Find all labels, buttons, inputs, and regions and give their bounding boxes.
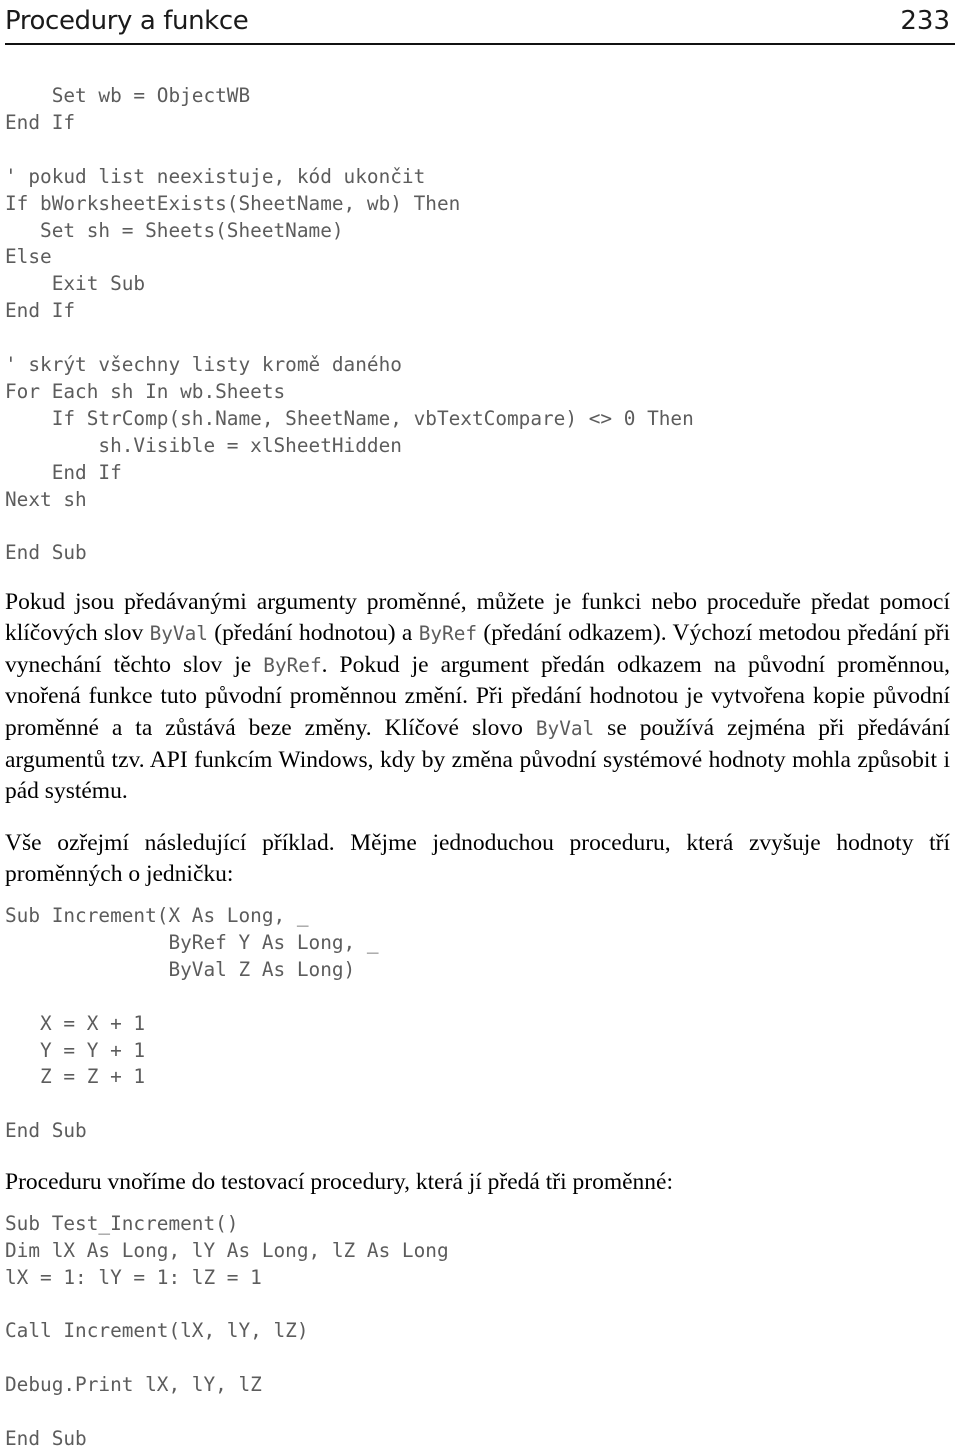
code-line: End Sub [5,1427,87,1451]
code-line: Next sh [5,487,87,511]
document-page: Procedury a funkce 233 Set wb = ObjectWB… [0,0,960,1450]
code-line: lX = 1: lY = 1: lZ = 1 [5,1265,262,1289]
code-line: ' pokud list neexistuje, kód ukončit [5,164,426,188]
code-block-hide-sheets: Set wb = ObjectWB End If ' pokud list ne… [5,83,950,567]
page-number: 233 [900,6,950,36]
code-line: End If [5,110,76,134]
inline-code-byref: ByRef [263,653,322,677]
code-line: Else [5,245,52,269]
code-line: For Each sh In wb.Sheets [5,379,286,403]
code-line: Debug.Print lX, lY, lZ [5,1373,262,1397]
code-line: End If [5,299,76,323]
page-title: Procedury a funkce [5,6,249,36]
page-content: Set wb = ObjectWB End If ' pokud list ne… [5,83,950,1453]
inline-code-byval: ByVal [149,622,208,646]
code-line: Exit Sub [5,272,146,296]
code-line: Sub Test_Increment() [5,1211,239,1235]
paragraph-byval-byref: Pokud jsou předávanými argumenty proměnn… [5,587,950,808]
inline-code-byref: ByRef [418,622,478,646]
code-line: Set wb = ObjectWB [5,84,251,107]
code-line: Sub Increment(X As Long, _ [5,904,309,928]
code-block-increment: Sub Increment(X As Long, _ ByRef Y As Lo… [5,903,950,1145]
code-line: X = X + 1 [5,1011,146,1035]
code-block-test-increment: Sub Test_Increment() Dim lX As Long, lY … [5,1211,950,1453]
paragraph-test-intro: Proceduru vnoříme do testovací procedury… [5,1169,673,1196]
code-line: If StrComp(sh.Name, SheetName, vbTextCom… [5,406,694,430]
code-line: Y = Y + 1 [5,1038,146,1062]
code-line: ByRef Y As Long, _ [5,930,379,954]
code-line: ' skrýt všechny listy kromě daného [5,353,402,377]
running-head: Procedury a funkce 233 [5,6,950,42]
code-line: sh.Visible = xlSheetHidden [5,433,402,457]
paragraph-example-intro: Vše ozřejmí následující příklad. Mějme j… [5,829,950,888]
code-line: Set sh = Sheets(SheetName) [5,218,344,242]
paragraph-run: (předání hodnotou) a [207,620,419,647]
code-line: ByVal Z As Long) [5,957,356,981]
code-line: Dim lX As Long, lY As Long, lZ As Long [5,1238,449,1262]
code-line: End Sub [5,541,87,565]
code-line: If bWorksheetExists(SheetName, wb) Then [5,191,461,215]
code-line: End Sub [5,1119,87,1143]
header-divider [5,43,955,45]
inline-code-byval: ByVal [535,717,595,741]
code-line: Call Increment(lX, lY, lZ) [5,1319,309,1343]
code-line: End If [5,460,122,484]
code-line: Z = Z + 1 [5,1065,146,1089]
